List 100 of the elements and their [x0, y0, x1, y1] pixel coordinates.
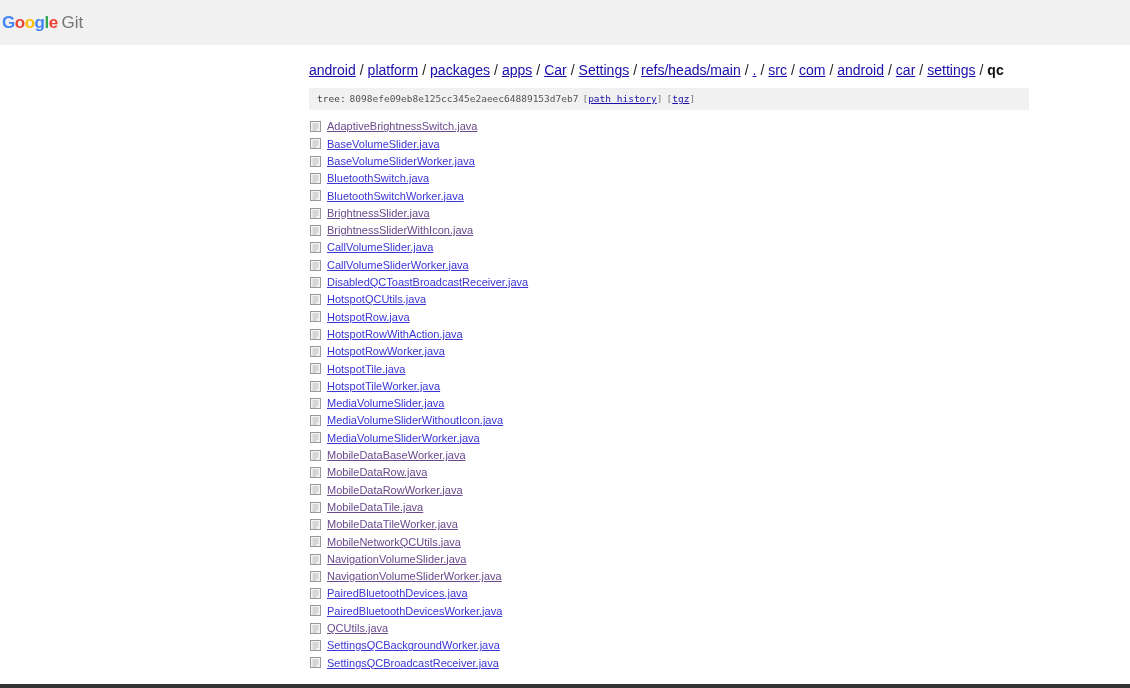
path-separator: / [494, 61, 498, 79]
file-icon [310, 657, 321, 669]
file-link[interactable]: PairedBluetoothDevicesWorker.java [327, 602, 503, 620]
path-separator: / [760, 61, 765, 79]
file-link[interactable]: CallVolumeSliderWorker.java [327, 256, 469, 274]
breadcrumb-link[interactable]: Settings [578, 61, 630, 79]
file-icon [310, 432, 321, 444]
file-icon [310, 294, 321, 306]
file-link[interactable]: MobileDataBaseWorker.java [327, 447, 466, 464]
file-link[interactable]: HotspotTile.java [327, 360, 406, 378]
file-icon [310, 588, 321, 600]
breadcrumb-link[interactable]: car [895, 61, 916, 79]
path-separator: / [536, 61, 541, 79]
path-separator: / [919, 61, 924, 79]
file-link[interactable]: MobileDataTile.java [327, 498, 424, 516]
tree-label: tree: [317, 91, 346, 106]
file-icon [310, 501, 321, 513]
breadcrumb-link[interactable]: refs/heads/main [641, 61, 741, 79]
breadcrumb-link[interactable]: . [752, 61, 757, 79]
file-icon [310, 121, 321, 133]
file-icon [310, 484, 321, 496]
file-link[interactable]: AdaptiveBrightnessSwitch.java [327, 118, 478, 135]
file-link[interactable]: MediaVolumeSlider.java [327, 395, 445, 412]
path-separator: / [791, 61, 795, 79]
file-icon [310, 415, 321, 427]
file-link[interactable]: MobileDataTileWorker.java [327, 516, 458, 533]
file-icon [310, 536, 321, 548]
file-link[interactable]: SettingsQCBroadcastReceiver.java [327, 654, 499, 672]
file-icon [310, 553, 321, 565]
file-link[interactable]: DisabledQCToastBroadcastReceiver.java [327, 274, 529, 291]
breadcrumb-link[interactable]: settings [927, 61, 976, 79]
breadcrumb-link[interactable]: packages [430, 61, 490, 79]
bracket: [ [582, 91, 589, 106]
path-separator: / [570, 61, 575, 79]
file-link[interactable]: BaseVolumeSlider.java [327, 135, 440, 153]
file-link[interactable]: HotspotQCUtils.java [327, 291, 427, 308]
path-separator: / [422, 61, 427, 79]
path-separator: / [829, 61, 834, 79]
bracket: ] [656, 91, 663, 106]
file-link[interactable]: MediaVolumeSliderWorker.java [327, 429, 480, 447]
file-icon [310, 190, 321, 202]
file-link[interactable]: HotspotRowWithAction.java [327, 325, 463, 343]
file-link[interactable]: BrightnessSliderWithIcon.java [327, 222, 474, 239]
file-link[interactable]: MobileDataRow.java [327, 464, 428, 481]
file-link[interactable]: BluetoothSwitchWorker.java [327, 187, 464, 205]
file-icon [310, 605, 321, 617]
file-link[interactable]: MobileDataRowWorker.java [327, 481, 463, 499]
file-icon [310, 397, 321, 409]
file-icon [310, 640, 321, 652]
file-icon [310, 467, 321, 479]
file-icon [310, 622, 321, 634]
file-link[interactable]: BrightnessSlider.java [327, 204, 430, 222]
breadcrumb-link[interactable]: com [798, 61, 826, 79]
breadcrumb-link[interactable]: apps [501, 61, 533, 79]
file-icon [310, 346, 321, 357]
file-link[interactable]: SettingsQCBackgroundWorker.java [327, 637, 500, 654]
tree-link[interactable]: path history [588, 91, 657, 107]
breadcrumb-link[interactable]: android [837, 61, 884, 79]
file-icon [310, 449, 321, 461]
bracket: [ [666, 91, 673, 106]
file-icon [310, 311, 321, 323]
file-icon [310, 224, 321, 236]
path-separator: / [979, 61, 984, 79]
tree-link[interactable]: tgz [672, 91, 690, 107]
commit-hash: 8098efe09eb8e125cc345e2aeec64889153d7eb7 [349, 91, 579, 106]
file-icon [310, 518, 321, 530]
path-separator: / [633, 61, 638, 79]
file-link[interactable]: MediaVolumeSliderWithoutIcon.java [327, 412, 504, 429]
bracket: ] [689, 91, 696, 106]
file-icon [310, 363, 321, 375]
file-link[interactable]: BluetoothSwitch.java [327, 170, 430, 187]
google-git-logo[interactable]: Google Git [2, 14, 84, 31]
file-icon [310, 276, 321, 288]
breadcrumb-link[interactable]: platform [367, 61, 419, 79]
path-separator: / [887, 61, 892, 79]
breadcrumb-link[interactable]: Car [544, 61, 567, 79]
file-link[interactable]: NavigationVolumeSliderWorker.java [327, 568, 502, 585]
file-icon [310, 380, 321, 392]
file-icon [310, 570, 321, 582]
file-link[interactable]: BaseVolumeSliderWorker.java [327, 153, 475, 170]
file-link[interactable]: PairedBluetoothDevices.java [327, 585, 468, 602]
path-separator: / [744, 61, 749, 79]
file-icon [310, 328, 321, 340]
file-link[interactable]: HotspotTileWorker.java [327, 377, 441, 395]
file-link[interactable]: MobileNetworkQCUtils.java [327, 533, 461, 550]
file-icon [310, 138, 321, 150]
file-icon [310, 259, 321, 271]
path-separator: / [359, 61, 364, 79]
file-link[interactable]: HotspotRowWorker.java [327, 343, 445, 360]
file-link[interactable]: CallVolumeSlider.java [327, 239, 434, 256]
file-link[interactable]: QCUtils.java [327, 620, 389, 637]
file-icon [310, 173, 321, 185]
file-icon [310, 207, 321, 219]
file-link[interactable]: HotspotRow.java [327, 308, 410, 326]
breadcrumb-link[interactable]: src [768, 61, 788, 79]
breadcrumb-link[interactable]: android [309, 61, 356, 79]
file-icon [310, 242, 321, 254]
file-icon [310, 155, 321, 167]
current-folder: qc [987, 61, 1004, 79]
file-link[interactable]: NavigationVolumeSlider.java [327, 550, 467, 568]
